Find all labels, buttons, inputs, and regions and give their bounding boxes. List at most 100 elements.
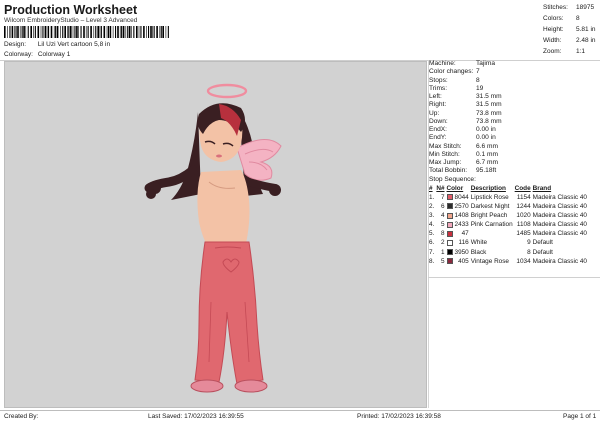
barcode-bar bbox=[156, 26, 158, 38]
color-code: 1244 bbox=[516, 203, 531, 211]
top-stats: Stitches: 18975 Colors: 8 Height: 5.81 in W… bbox=[543, 2, 596, 57]
machine-info-row: Right: 31.5 mm bbox=[428, 101, 600, 109]
stat-height: Height: 5.81 in bbox=[543, 26, 596, 33]
barcode-bar bbox=[112, 26, 114, 38]
machine-info-value: 8 bbox=[476, 76, 480, 84]
machine-info-label: Up: bbox=[429, 109, 440, 117]
info-panel: Machine: Tajima Color changes: 7 Stops: 8 Trim… bbox=[428, 60, 600, 275]
barcode-bar bbox=[109, 26, 112, 38]
stop-number: 8. bbox=[429, 257, 435, 265]
barcode-bar bbox=[23, 26, 25, 38]
barcode-bar bbox=[17, 26, 19, 38]
color-swatch bbox=[446, 220, 455, 229]
color-code: 1034 bbox=[516, 257, 531, 265]
barcode-bar bbox=[95, 26, 97, 38]
color-code: 9 bbox=[527, 239, 531, 247]
stop-sequence-title: Stop Sequence: bbox=[429, 175, 476, 183]
embroidery-design-image bbox=[144, 83, 282, 393]
barcode-bar bbox=[153, 26, 155, 38]
color-number: 1408 bbox=[454, 212, 469, 220]
stop-row: 8. 5 405 Vintage Rose 1034 Madeira Classic 40 bbox=[429, 257, 589, 266]
pants bbox=[194, 241, 264, 385]
stat-stitches: Stitches: 18975 bbox=[543, 4, 595, 11]
design-label: Design: bbox=[4, 41, 27, 48]
color-swatch bbox=[446, 248, 455, 257]
stop-row: 4. 5 2433 Pink Carnation 1108 Madeira Classic… bbox=[429, 220, 589, 229]
color-description: Pink Carnation bbox=[470, 221, 513, 229]
barcode-bar bbox=[19, 26, 21, 38]
machine-info-value: Tajima bbox=[476, 60, 496, 67]
swatch-icon bbox=[446, 248, 453, 255]
color-swatch bbox=[446, 229, 455, 238]
barcode-bar bbox=[37, 26, 40, 38]
thread-brand: Madeira Classic 40 bbox=[532, 221, 587, 229]
design-preview bbox=[4, 61, 427, 408]
barcode-bar bbox=[148, 26, 150, 38]
swatch-icon bbox=[446, 194, 453, 201]
barcode-bar bbox=[117, 26, 119, 38]
barcode-bar bbox=[34, 26, 36, 38]
barcode-bar bbox=[7, 26, 8, 38]
barcode-bar bbox=[50, 26, 53, 38]
barcode-bar bbox=[15, 26, 17, 38]
stop-row: 1. 7 8044 Lipstick Rose 1154 Madeira Classic … bbox=[429, 193, 589, 202]
color-code: 1154 bbox=[516, 194, 531, 201]
machine-info-value: 0.00 in bbox=[476, 134, 496, 142]
barcode-bar bbox=[68, 26, 70, 38]
barcode-bar bbox=[152, 26, 153, 38]
swatch-icon bbox=[446, 230, 453, 237]
barcode-bar bbox=[33, 26, 34, 38]
barcode-bar bbox=[150, 26, 152, 38]
barcode-bar bbox=[93, 26, 95, 38]
machine-info-label: Max Jump: bbox=[429, 159, 462, 166]
footer-page-number: Page 1 of 1 bbox=[563, 413, 597, 420]
stop-number: 4. bbox=[429, 221, 435, 229]
barcode-bar bbox=[90, 26, 92, 38]
colorway-value: Colorway 1 bbox=[37, 51, 71, 58]
color-number: 405 bbox=[458, 257, 469, 265]
thread-brand: Madeira Classic 40 bbox=[532, 257, 587, 265]
barcode-bar bbox=[83, 26, 85, 38]
needle-number: 6 bbox=[440, 203, 445, 211]
color-number: 2570 bbox=[454, 203, 469, 211]
barcode-bar bbox=[106, 26, 108, 38]
color-code: 1108 bbox=[516, 221, 531, 229]
barcode-bar bbox=[30, 26, 32, 38]
color-number: 8044 bbox=[454, 194, 469, 201]
barcode-bar bbox=[119, 26, 121, 38]
color-swatch bbox=[446, 238, 455, 247]
stop-sequence-header-row: # N# Color Description Code Brand bbox=[429, 184, 589, 193]
worksheet-title: Production Worksheet bbox=[4, 3, 138, 17]
barcode-bar bbox=[21, 26, 23, 38]
barcode-bar bbox=[62, 26, 64, 38]
color-description: Bright Peach bbox=[470, 212, 508, 220]
stop-number: 3. bbox=[429, 212, 435, 220]
color-swatch bbox=[446, 211, 455, 220]
barcode-bar bbox=[42, 26, 44, 38]
machine-info-row: Trims: 19 bbox=[428, 85, 600, 93]
machine-info-label: Total Bobbin: bbox=[429, 167, 468, 175]
needle-number: 8 bbox=[440, 230, 445, 238]
barcode-bar bbox=[97, 26, 99, 38]
barcode-bar bbox=[146, 26, 147, 38]
machine-info-label: Right: bbox=[429, 101, 447, 109]
col-description: Description bbox=[470, 185, 506, 192]
barcode-bar bbox=[67, 26, 68, 38]
color-description bbox=[471, 229, 515, 238]
machine-info-value: 19 bbox=[476, 84, 484, 92]
barcode-bar bbox=[143, 26, 145, 38]
barcode-bar bbox=[25, 26, 27, 38]
barcode-bar bbox=[48, 26, 50, 38]
color-description: Vintage Rose bbox=[470, 257, 509, 265]
machine-info-value: 0.1 mm bbox=[476, 150, 498, 158]
machine-info-row: Stops: 8 bbox=[428, 77, 600, 85]
barcode-bar bbox=[125, 26, 127, 38]
stop-row: 5. 8 47 1485 Madeira Classic 40 bbox=[429, 229, 589, 238]
barcode-bar bbox=[162, 26, 164, 38]
barcode-bar bbox=[9, 26, 11, 38]
stop-sequence-table: # N# Color Description Code Brand 1. 7 804… bbox=[429, 184, 589, 266]
thread-brand: Madeira Classic 40 bbox=[532, 203, 587, 211]
barcode-bar bbox=[72, 26, 74, 38]
barcode-bar bbox=[70, 26, 72, 38]
stop-number: 5. bbox=[429, 230, 435, 238]
